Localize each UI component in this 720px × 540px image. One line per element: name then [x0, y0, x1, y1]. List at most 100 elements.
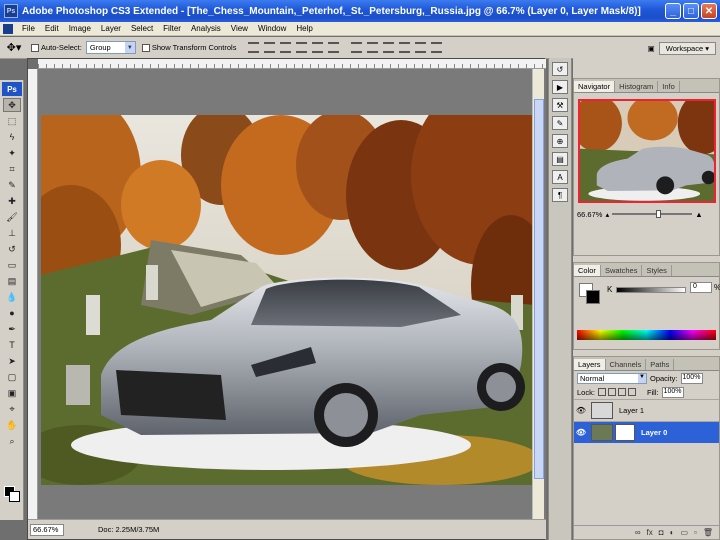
pen-tool-icon[interactable]: ✒ [3, 322, 21, 336]
distribute-middle-icon[interactable] [367, 42, 379, 53]
slice-tool-icon[interactable]: ✎ [3, 178, 21, 192]
align-left-icon[interactable] [296, 42, 308, 53]
menu-edit[interactable]: Edit [40, 24, 64, 33]
distribute-top-icon[interactable] [351, 42, 363, 53]
hand-tool-icon[interactable]: ✋ [3, 418, 21, 432]
align-middle-icon[interactable] [264, 42, 276, 53]
clone-source-icon[interactable]: ⊕ [552, 134, 568, 148]
auto-select-checkbox[interactable] [31, 43, 39, 52]
bridge-icon[interactable]: ▣ [648, 44, 655, 53]
healing-brush-tool-icon[interactable]: ✚ [3, 194, 21, 208]
maximize-button[interactable]: □ [683, 3, 699, 19]
layer-row-layer-1[interactable]: 👁 Layer 1 [574, 399, 719, 421]
crop-tool-icon[interactable]: ⌗ [3, 162, 21, 176]
vertical-scrollbar[interactable] [532, 69, 544, 521]
paragraph-panel-icon[interactable]: ¶ [552, 188, 568, 202]
new-layer-icon[interactable]: ▫ [694, 528, 697, 537]
lasso-tool-icon[interactable]: ϟ [3, 130, 21, 144]
brushes-panel-icon[interactable]: ✎ [552, 116, 568, 130]
notes-tool-icon[interactable]: ▣ [3, 386, 21, 400]
menu-select[interactable]: Select [126, 24, 158, 33]
align-center-icon[interactable] [312, 42, 324, 53]
menu-layer[interactable]: Layer [96, 24, 126, 33]
document-icon[interactable] [3, 23, 13, 34]
path-selection-tool-icon[interactable]: ➤ [3, 354, 21, 368]
distribute-left-icon[interactable] [399, 42, 411, 53]
auto-select-dropdown[interactable]: Group ▼ [85, 41, 136, 54]
blur-tool-icon[interactable]: 💧 [3, 290, 21, 304]
tab-styles[interactable]: Styles [642, 265, 672, 276]
align-top-icon[interactable] [248, 42, 260, 53]
lock-transparency-icon[interactable] [597, 388, 606, 396]
minimize-button[interactable]: _ [665, 3, 681, 19]
tab-paths[interactable]: Paths [646, 359, 675, 370]
workspace-button[interactable]: Workspace ▾ [658, 41, 716, 55]
menu-filter[interactable]: Filter [158, 24, 186, 33]
menu-view[interactable]: View [226, 24, 253, 33]
navigator-zoom-slider[interactable] [612, 210, 693, 218]
menu-file[interactable]: File [17, 24, 40, 33]
fill-field[interactable]: 100% [661, 386, 684, 398]
align-right-icon[interactable] [328, 42, 340, 53]
document-size[interactable]: Doc: 2.25M/3.75M [98, 525, 159, 534]
eye-icon[interactable]: 👁 [574, 406, 588, 415]
slider-knob[interactable] [656, 210, 662, 218]
distribute-bottom-icon[interactable] [383, 42, 395, 53]
link-layers-icon[interactable]: ∞ [635, 528, 641, 537]
show-transform-checkbox[interactable] [141, 43, 150, 52]
distribute-center-icon[interactable] [415, 42, 427, 53]
navigator-thumbnail[interactable] [578, 99, 716, 203]
move-tool-icon[interactable]: ✥ [3, 98, 21, 112]
layer-mask-thumbnail[interactable] [615, 424, 635, 441]
zoom-in-icon[interactable]: ▲ [695, 210, 702, 219]
close-button[interactable]: ✕ [701, 3, 717, 19]
move-tool-preset-icon[interactable]: ✥▾ [3, 40, 25, 56]
document-canvas-image[interactable] [41, 115, 535, 485]
horizontal-ruler[interactable] [38, 59, 546, 69]
layer-row-layer-0[interactable]: 👁 Layer 0 [574, 421, 719, 443]
eraser-tool-icon[interactable]: ▭ [3, 258, 21, 272]
color-background-swatch[interactable] [586, 290, 600, 304]
tab-color[interactable]: Color [574, 265, 601, 276]
k-channel-slider[interactable] [616, 287, 686, 293]
tab-layers[interactable]: Layers [574, 359, 606, 370]
lock-position-icon[interactable] [617, 388, 626, 396]
tab-channels[interactable]: Channels [606, 359, 647, 370]
clone-stamp-tool-icon[interactable]: ⊥ [3, 226, 21, 240]
opacity-field[interactable]: 100% [680, 372, 703, 384]
layer-comps-icon[interactable]: ▤ [552, 152, 568, 166]
lock-pixels-icon[interactable] [607, 388, 616, 396]
tab-navigator[interactable]: Navigator [574, 81, 616, 92]
tab-swatches[interactable]: Swatches [601, 265, 643, 276]
layer-style-icon[interactable]: fx [647, 528, 653, 537]
menu-help[interactable]: Help [291, 24, 317, 33]
background-color-swatch[interactable] [9, 491, 20, 502]
lock-all-icon[interactable] [627, 388, 636, 396]
tool-presets-icon[interactable]: ⚒ [552, 98, 568, 112]
ps-logo[interactable]: Ps [2, 82, 22, 96]
character-panel-icon[interactable]: A [552, 170, 568, 184]
eyedropper-tool-icon[interactable]: ⌖ [3, 402, 21, 416]
menu-window[interactable]: Window [253, 24, 291, 33]
magic-wand-tool-icon[interactable]: ✦ [3, 146, 21, 160]
navigator-zoom[interactable]: 66.67% [577, 210, 602, 219]
zoom-level-field[interactable]: 66.67% [30, 523, 64, 536]
gradient-tool-icon[interactable]: ▤ [3, 274, 21, 288]
tab-histogram[interactable]: Histogram [615, 81, 659, 92]
color-ramp[interactable] [577, 330, 716, 340]
menu-analysis[interactable]: Analysis [186, 24, 226, 33]
eye-icon[interactable]: 👁 [574, 428, 588, 437]
dodge-tool-icon[interactable]: ● [3, 306, 21, 320]
tab-info[interactable]: Info [658, 81, 680, 92]
shape-tool-icon[interactable]: ▢ [3, 370, 21, 384]
zoom-tool-icon[interactable]: ⌕ [3, 434, 21, 448]
trash-icon[interactable]: 🗑 [703, 528, 713, 537]
vertical-scroll-thumb[interactable] [534, 99, 544, 479]
actions-panel-icon[interactable]: ▶ [552, 80, 568, 94]
brush-tool-icon[interactable]: 🖌 [3, 210, 21, 224]
add-mask-icon[interactable]: ◘ [659, 528, 664, 537]
type-tool-icon[interactable]: T [3, 338, 21, 352]
menu-image[interactable]: Image [64, 24, 96, 33]
history-panel-icon[interactable]: ↺ [552, 62, 568, 76]
vertical-ruler[interactable] [28, 69, 38, 521]
